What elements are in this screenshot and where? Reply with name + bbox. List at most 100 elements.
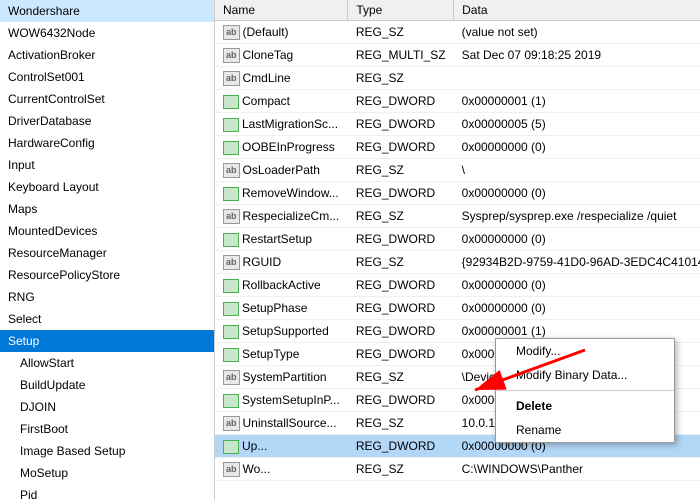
registry-values-panel: Name Type Data ab(Default)REG_SZ(value n…	[215, 0, 700, 500]
cell-data: 0x00000000 (0)	[454, 297, 700, 320]
tree-item[interactable]: Setup	[0, 330, 214, 352]
cell-type: REG_SZ	[348, 412, 454, 435]
table-row[interactable]: abCmdLineREG_SZ	[215, 67, 700, 90]
cell-data: 0x00000000 (0)	[454, 136, 700, 159]
cell-name: ab(Default)	[215, 21, 348, 44]
table-row[interactable]: LastMigrationSc...REG_DWORD0x00000005 (5…	[215, 113, 700, 136]
tree-item[interactable]: Input	[0, 154, 214, 176]
tree-item[interactable]: Pid	[0, 484, 214, 500]
tree-item[interactable]: FirstBoot	[0, 418, 214, 440]
table-row[interactable]: CompactREG_DWORD0x00000001 (1)	[215, 90, 700, 113]
tree-item[interactable]: ActivationBroker	[0, 44, 214, 66]
table-row[interactable]: OOBEInProgressREG_DWORD0x00000000 (0)	[215, 136, 700, 159]
tree-item[interactable]: MountedDevices	[0, 220, 214, 242]
cell-name: SetupSupported	[215, 320, 348, 343]
tree-item[interactable]: ControlSet001	[0, 66, 214, 88]
cell-name: RemoveWindow...	[215, 182, 348, 205]
cell-name: SetupType	[215, 343, 348, 366]
context-menu-divider	[496, 390, 674, 391]
tree-item[interactable]: Maps	[0, 198, 214, 220]
registry-tree[interactable]: WondershareWOW6432NodeActivationBrokerCo…	[0, 0, 215, 500]
table-row[interactable]: abCloneTagREG_MULTI_SZSat Dec 07 09:18:2…	[215, 44, 700, 67]
cell-data: 0x00000005 (5)	[454, 113, 700, 136]
table-row[interactable]: RollbackActiveREG_DWORD0x00000000 (0)	[215, 274, 700, 297]
cell-data: C:\WINDOWS\Panther	[454, 458, 700, 481]
cell-name: Compact	[215, 90, 348, 113]
table-row[interactable]: ab(Default)REG_SZ(value not set)	[215, 21, 700, 44]
tree-item[interactable]: Image Based Setup	[0, 440, 214, 462]
cell-data	[454, 67, 700, 90]
tree-item[interactable]: DJOIN	[0, 396, 214, 418]
cell-data: Sat Dec 07 09:18:25 2019	[454, 44, 700, 67]
cell-name: RollbackActive	[215, 274, 348, 297]
cell-name: LastMigrationSc...	[215, 113, 348, 136]
cell-data: 0x00000000 (0)	[454, 274, 700, 297]
tree-item[interactable]: Select	[0, 308, 214, 330]
table-row[interactable]: RemoveWindow...REG_DWORD0x00000000 (0)	[215, 182, 700, 205]
cell-type: REG_DWORD	[348, 182, 454, 205]
cell-type: REG_SZ	[348, 67, 454, 90]
cell-name: RestartSetup	[215, 228, 348, 251]
context-menu-item-modify-binary[interactable]: Modify Binary Data...	[496, 363, 674, 387]
tree-item[interactable]: CurrentControlSet	[0, 88, 214, 110]
cell-name: abSystemPartition	[215, 366, 348, 389]
cell-data: \	[454, 159, 700, 182]
context-menu-item-rename[interactable]: Rename	[496, 418, 674, 442]
tree-item[interactable]: BuildUpdate	[0, 374, 214, 396]
cell-data: 0x00000001 (1)	[454, 90, 700, 113]
cell-type: REG_DWORD	[348, 389, 454, 412]
context-menu: Modify...Modify Binary Data... DeleteRena…	[495, 338, 675, 443]
cell-data: Sysprep/sysprep.exe /respecialize /quiet	[454, 205, 700, 228]
cell-type: REG_DWORD	[348, 435, 454, 458]
table-row[interactable]: abRespecializeCm...REG_SZSysprep/sysprep…	[215, 205, 700, 228]
table-row[interactable]: RestartSetupREG_DWORD0x00000000 (0)	[215, 228, 700, 251]
cell-name: abCloneTag	[215, 44, 348, 67]
col-type: Type	[348, 0, 454, 21]
cell-type: REG_MULTI_SZ	[348, 44, 454, 67]
cell-name: abWo...	[215, 458, 348, 481]
cell-type: REG_DWORD	[348, 136, 454, 159]
table-row[interactable]: SetupPhaseREG_DWORD0x00000000 (0)	[215, 297, 700, 320]
cell-type: REG_DWORD	[348, 343, 454, 366]
table-row[interactable]: abWo...REG_SZC:\WINDOWS\Panther	[215, 458, 700, 481]
tree-item[interactable]: DriverDatabase	[0, 110, 214, 132]
tree-item[interactable]: WOW6432Node	[0, 22, 214, 44]
cell-type: REG_SZ	[348, 159, 454, 182]
tree-item[interactable]: RNG	[0, 286, 214, 308]
cell-data: (value not set)	[454, 21, 700, 44]
table-row[interactable]: abRGUIDREG_SZ{92934B2D-9759-41D0-96AD-3E…	[215, 251, 700, 274]
tree-item[interactable]: ResourceManager	[0, 242, 214, 264]
context-menu-item-modify[interactable]: Modify...	[496, 339, 674, 363]
tree-item[interactable]: ResourcePolicyStore	[0, 264, 214, 286]
cell-type: REG_DWORD	[348, 228, 454, 251]
cell-name: abUninstallSource...	[215, 412, 348, 435]
col-data: Data	[454, 0, 700, 21]
cell-type: REG_SZ	[348, 251, 454, 274]
cell-data: {92934B2D-9759-41D0-96AD-3EDC4C410146	[454, 251, 700, 274]
cell-name: Up...	[215, 435, 348, 458]
cell-data: 0x00000000 (0)	[454, 228, 700, 251]
cell-type: REG_DWORD	[348, 320, 454, 343]
cell-name: OOBEInProgress	[215, 136, 348, 159]
col-name: Name	[215, 0, 348, 21]
cell-type: REG_DWORD	[348, 113, 454, 136]
cell-type: REG_DWORD	[348, 297, 454, 320]
tree-item[interactable]: HardwareConfig	[0, 132, 214, 154]
cell-type: REG_SZ	[348, 366, 454, 389]
cell-name: SystemSetupInP...	[215, 389, 348, 412]
tree-item[interactable]: AllowStart	[0, 352, 214, 374]
tree-item[interactable]: Wondershare	[0, 0, 214, 22]
cell-name: abOsLoaderPath	[215, 159, 348, 182]
cell-type: REG_SZ	[348, 458, 454, 481]
tree-item[interactable]: MoSetup	[0, 462, 214, 484]
context-menu-item-delete[interactable]: Delete	[496, 394, 674, 418]
cell-data: 0x00000000 (0)	[454, 182, 700, 205]
cell-type: REG_SZ	[348, 21, 454, 44]
tree-item[interactable]: Keyboard Layout	[0, 176, 214, 198]
table-header-row: Name Type Data	[215, 0, 700, 21]
cell-type: REG_DWORD	[348, 274, 454, 297]
cell-name: abRGUID	[215, 251, 348, 274]
cell-name: abCmdLine	[215, 67, 348, 90]
cell-type: REG_DWORD	[348, 90, 454, 113]
table-row[interactable]: abOsLoaderPathREG_SZ\	[215, 159, 700, 182]
